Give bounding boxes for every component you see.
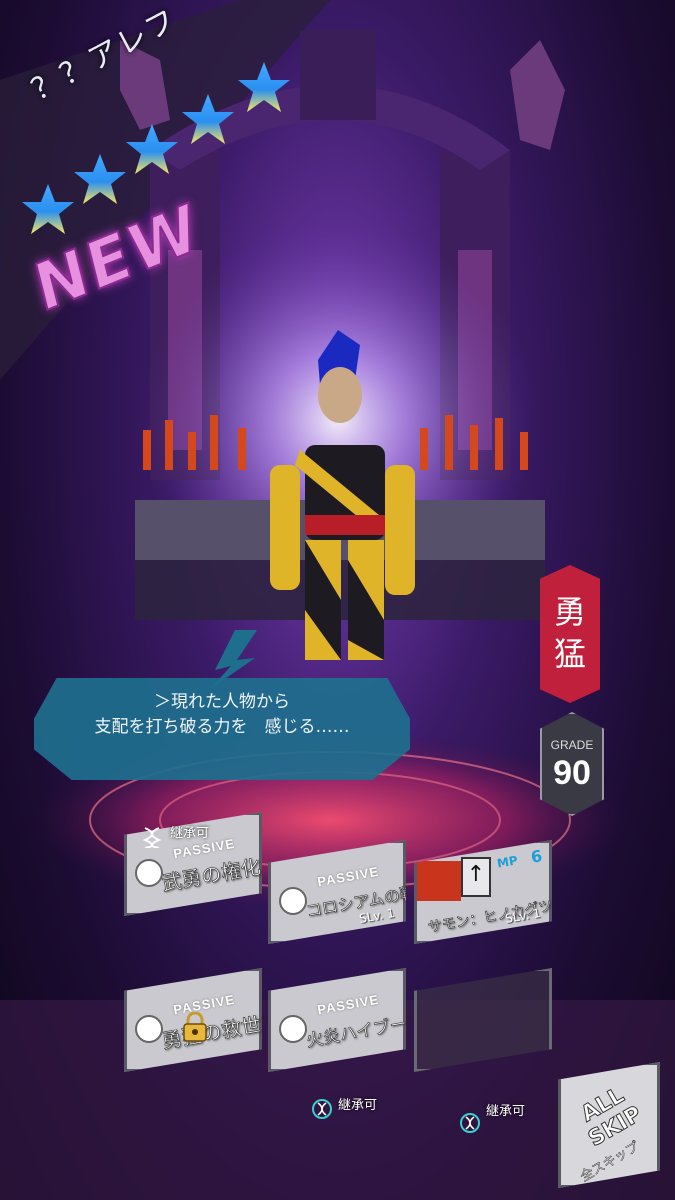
- grade-label: GRADE: [550, 738, 594, 752]
- lock-icon: [183, 1012, 207, 1042]
- inheritable-label: 継承可: [338, 1098, 378, 1113]
- magatsuhi-skill-icon: [279, 887, 307, 915]
- inheritable-label: 継承可: [486, 1104, 526, 1119]
- speech-text[interactable]: ＞現れた人物から 支配を打ち破る力を 感じる……: [34, 690, 410, 740]
- star-icon: [182, 94, 234, 144]
- inherit-dna-icon: [312, 1099, 332, 1119]
- magatsuhi-skill-icon: [135, 1015, 163, 1043]
- star-icon: [22, 184, 74, 234]
- mp-value: 6: [529, 846, 544, 867]
- arrow-up-icon: ↑: [461, 857, 491, 897]
- fire-skill-icon: [417, 861, 461, 901]
- inherit-dna-icon: [460, 1113, 480, 1133]
- star-icon: [126, 124, 178, 174]
- inheritable-label: 継承可: [170, 826, 210, 841]
- trait-label-1: 勇: [553, 593, 586, 632]
- trait-label-2: 猛: [553, 635, 586, 673]
- dna-icon: [142, 827, 162, 848]
- all-skip-button[interactable]: ALL SKIP 全スキップ: [558, 1062, 660, 1188]
- speech-line-1: ＞現れた人物から: [154, 692, 290, 712]
- summon-scene: ？？アレフ NEW 勇 猛 GRADE 90 ＞現れた人物から 支配を打ち破る力…: [0, 0, 675, 1200]
- magatsuhi-skill-icon: [279, 1015, 307, 1043]
- grade-value: 90: [553, 754, 591, 792]
- trait-badge: 勇 猛: [540, 565, 600, 703]
- star-icon: [238, 62, 290, 112]
- speech-line-2: 支配を打ち破る力を 感じる……: [94, 717, 350, 737]
- star-icon: [74, 154, 126, 204]
- mp-label: MP: [495, 853, 519, 871]
- magatsuhi-skill-icon: [135, 859, 163, 887]
- grade-badge: GRADE 90: [540, 712, 604, 816]
- passive-label: PASSIVE: [316, 991, 381, 1018]
